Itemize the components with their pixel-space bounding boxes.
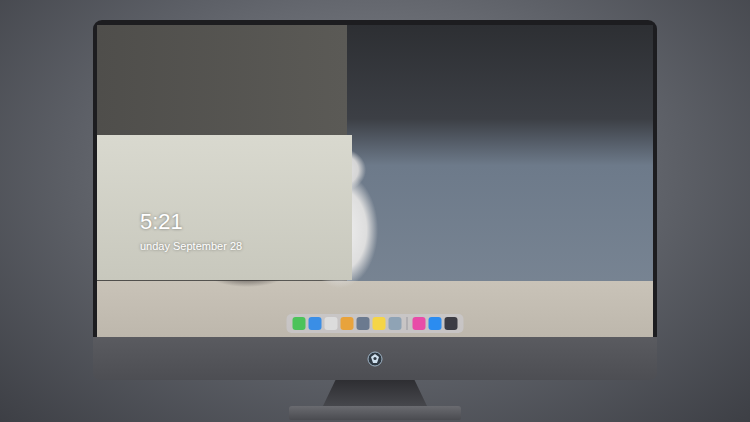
wallpaper-photo [97,25,653,337]
app-icon[interactable] [429,317,442,330]
app-icon[interactable] [389,317,402,330]
app-icon[interactable] [341,317,354,330]
monitor-chin [93,337,657,380]
lock-info: 5:21 unday September 28 [140,209,242,253]
monitor-base [289,406,461,420]
clock: 5:21 [140,209,242,235]
monitor-stand [323,380,427,406]
dock [287,314,464,333]
app-icon[interactable] [293,317,306,330]
app-icon[interactable] [373,317,386,330]
brand-logo-icon [367,351,383,367]
date: unday September 28 [140,239,242,253]
monitor-bezel: 5:21 unday September 28 [93,20,657,337]
monitor: 5:21 unday September 28 [93,20,657,380]
screen: 5:21 unday September 28 [97,25,653,337]
app-icon[interactable] [357,317,370,330]
app-icon[interactable] [309,317,322,330]
desktop-mockup: 5:21 unday September 28 [0,0,750,422]
dock-separator [407,317,408,330]
app-icon[interactable] [445,317,458,330]
app-icon[interactable] [325,317,338,330]
app-icon[interactable] [413,317,426,330]
